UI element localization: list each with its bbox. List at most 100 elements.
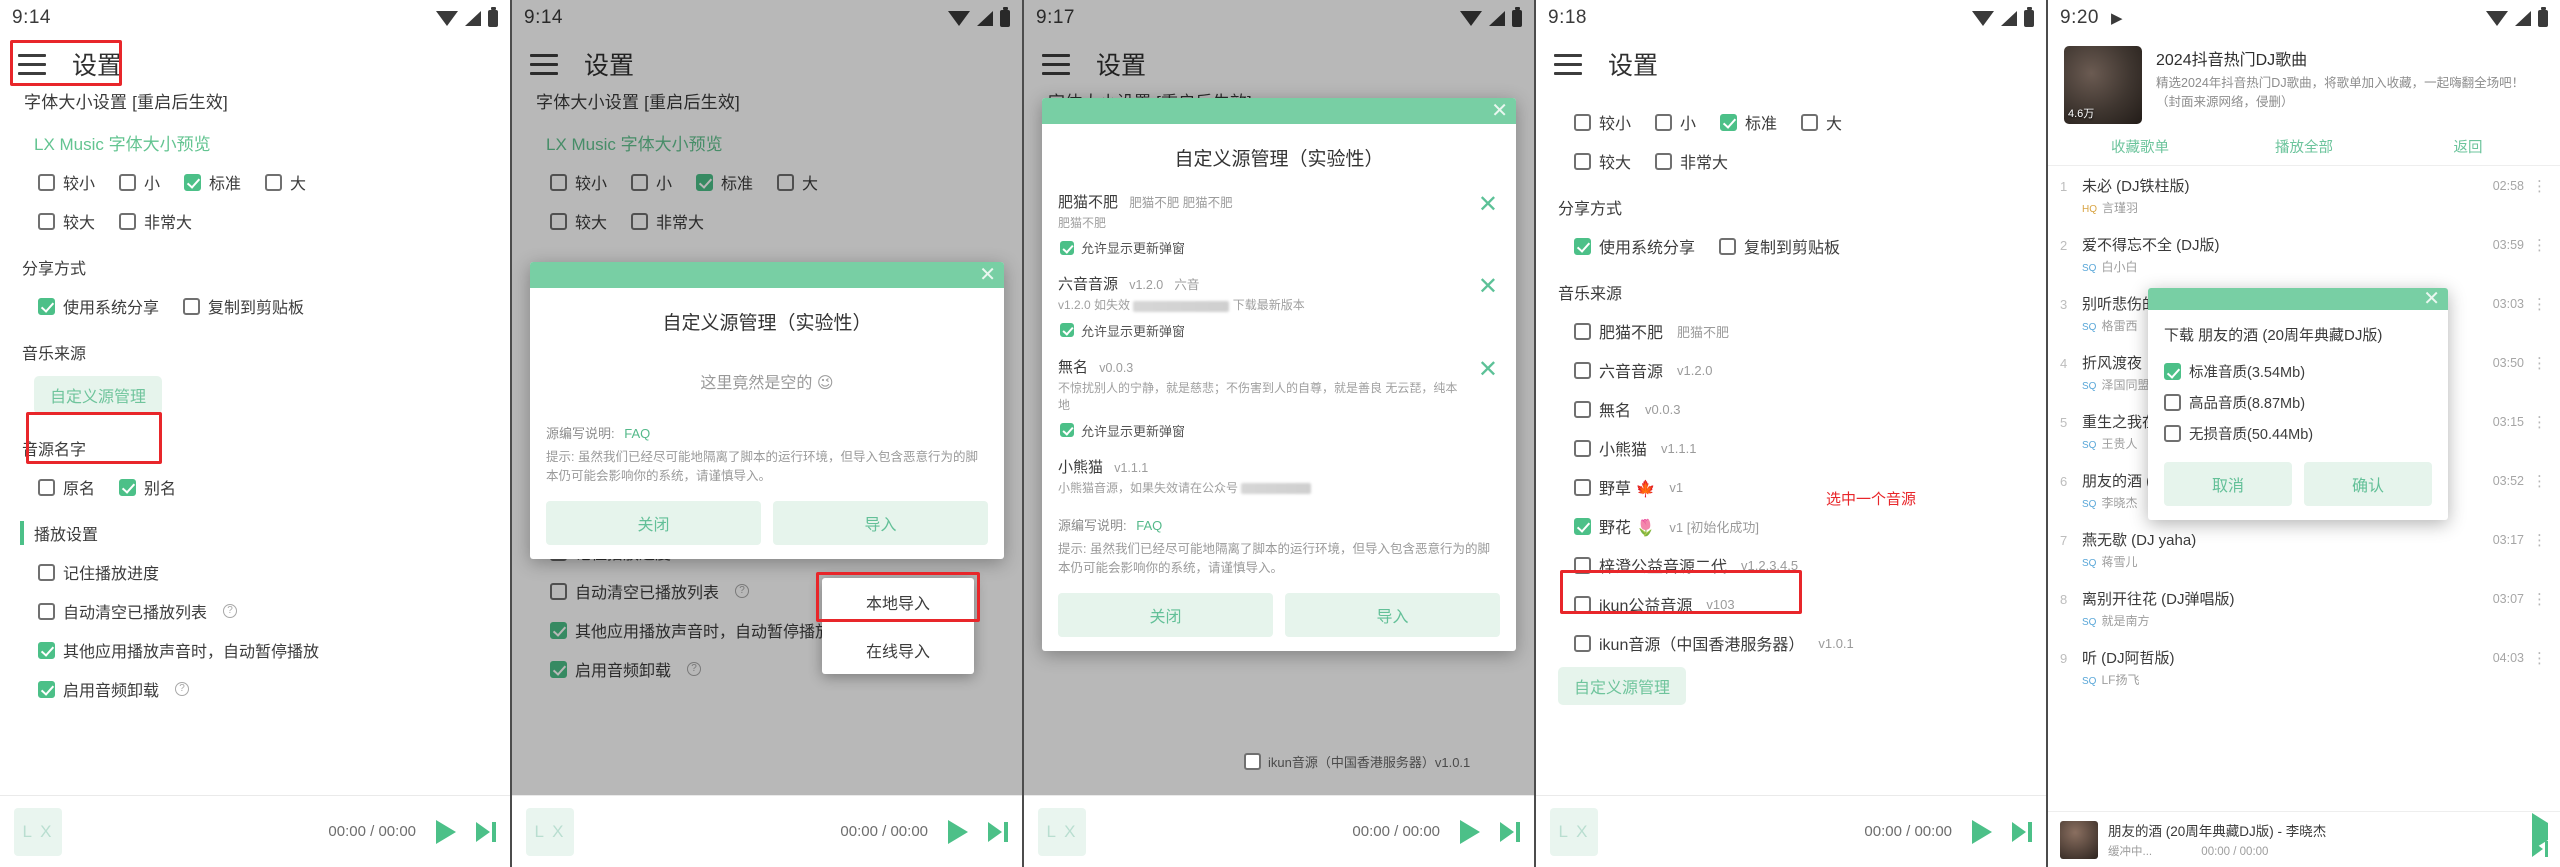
quality-option-high[interactable]: 高品音质(8.87Mb) <box>2164 392 2432 413</box>
custom-source-manage-button[interactable]: 自定义源管理 <box>1558 667 1687 705</box>
song-row[interactable]: 1 未必 (DJ铁柱版) HQ 言瑾羽 02:58 ⋮ <box>2048 166 2560 225</box>
checkbox[interactable] <box>1574 361 1591 379</box>
source-item[interactable]: 肥猫不肥 肥猫不肥 肥猫不肥 肥猫不肥 允许显示更新弹窗 ✕ <box>1058 183 1500 265</box>
song-more-icon[interactable]: ⋮ <box>2532 529 2548 549</box>
checkbox[interactable] <box>1574 517 1591 535</box>
checkbox[interactable] <box>1574 439 1591 457</box>
checkbox[interactable] <box>119 212 137 230</box>
checkbox[interactable] <box>2164 363 2181 380</box>
close-icon[interactable]: ✕ <box>979 264 996 286</box>
checkbox[interactable] <box>1720 113 1738 131</box>
download-confirm-button[interactable]: 确认 <box>2304 462 2432 506</box>
delete-source-icon[interactable]: ✕ <box>1468 356 1500 381</box>
song-more-icon[interactable]: ⋮ <box>2532 411 2548 431</box>
download-cancel-button[interactable]: 取消 <box>2164 462 2292 506</box>
checkbox[interactable] <box>1574 400 1591 418</box>
menu-item-online-import[interactable]: 在线导入 <box>822 626 974 674</box>
share-option-clipboard[interactable]: 复制到剪贴板 <box>1719 234 1840 258</box>
source-option[interactable]: 六音音源 v1.2.0 <box>1556 358 2026 382</box>
source-option[interactable]: 無名 v0.0.3 <box>1556 397 2026 421</box>
checkbox[interactable] <box>38 297 55 315</box>
now-playing-row[interactable]: 朋友的酒 (20周年典藏DJ版) - 李晓杰 缓冲中... 00:00 / 00… <box>2048 812 2560 867</box>
playback-option-3[interactable]: 其他应用播放声音时，自动暂停播放 <box>20 638 490 662</box>
checkbox[interactable] <box>119 478 137 496</box>
song-more-icon[interactable]: ⋮ <box>2532 352 2548 372</box>
song-more-icon[interactable]: ⋮ <box>2532 470 2548 490</box>
source-item[interactable]: 小熊猫 v1.1.1 小熊猫音源，如果失效请在公众号 <box>1058 448 1500 505</box>
source-option[interactable]: 肥猫不肥 肥猫不肥 <box>1556 319 2026 343</box>
source-option[interactable]: 小熊猫 v1.1.1 <box>1556 436 2026 460</box>
custom-source-manage-button[interactable]: 自定义源管理 <box>34 376 163 414</box>
checkbox[interactable] <box>1060 423 1074 438</box>
play-icon[interactable] <box>948 819 968 844</box>
share-option-clipboard[interactable]: 复制到剪贴板 <box>183 294 304 318</box>
checkbox[interactable] <box>38 173 55 191</box>
checkbox[interactable] <box>1574 634 1591 652</box>
font-size-option-huge[interactable]: 非常大 <box>1655 149 1728 173</box>
close-icon[interactable]: ✕ <box>2423 288 2440 310</box>
song-more-icon[interactable]: ⋮ <box>2532 588 2548 608</box>
play-icon[interactable] <box>436 819 456 844</box>
next-icon[interactable] <box>2012 821 2032 842</box>
checkbox[interactable] <box>119 173 137 191</box>
menu-icon[interactable] <box>1554 53 1582 75</box>
tab-play-all[interactable]: 播放全部 <box>2222 136 2386 157</box>
checkbox[interactable] <box>184 173 202 191</box>
source-name-alias[interactable]: 别名 <box>119 475 176 499</box>
checkbox[interactable] <box>1060 240 1074 255</box>
share-option-system[interactable]: 使用系统分享 <box>38 294 159 318</box>
tab-back[interactable]: 返回 <box>2386 136 2550 157</box>
delete-source-icon[interactable]: ✕ <box>1468 191 1500 217</box>
dialog-close-button[interactable]: 关闭 <box>546 500 761 545</box>
source-update-popup-toggle[interactable]: 允许显示更新弹窗 <box>1060 321 1468 340</box>
checkbox[interactable] <box>38 680 55 698</box>
checkbox[interactable] <box>1244 753 1261 770</box>
song-row[interactable]: 9 听 (DJ阿哲版) SQ LF扬飞 04:03 ⋮ <box>2048 638 2560 697</box>
checkbox[interactable] <box>1574 113 1591 131</box>
dialog-close-button[interactable]: 关闭 <box>1058 592 1273 637</box>
checkbox[interactable] <box>265 173 283 191</box>
song-row[interactable]: 2 爱不得忘不全 (DJ版) SQ 白小白 03:59 ⋮ <box>2048 225 2560 284</box>
source-option[interactable]: ikun音源（中国香港服务器） v1.0.1 <box>1556 631 2026 655</box>
checkbox[interactable] <box>1574 237 1591 255</box>
checkbox[interactable] <box>1719 237 1737 255</box>
song-more-icon[interactable]: ⋮ <box>2532 175 2548 195</box>
dialog-import-button[interactable]: 导入 <box>1285 592 1500 637</box>
checkbox[interactable] <box>38 602 55 620</box>
font-size-option-small[interactable]: 小 <box>119 170 160 194</box>
next-icon[interactable] <box>1500 821 1520 842</box>
playback-option-1[interactable]: 记住播放进度 <box>20 560 490 584</box>
checkbox[interactable] <box>38 212 55 230</box>
checkbox[interactable] <box>1801 113 1819 131</box>
font-size-option-standard[interactable]: 标准 <box>1720 110 1777 134</box>
checkbox[interactable] <box>38 641 55 659</box>
song-more-icon[interactable]: ⋮ <box>2532 234 2548 254</box>
share-option-system[interactable]: 使用系统分享 <box>1574 234 1695 258</box>
checkbox[interactable] <box>1574 322 1591 340</box>
source-option-selected[interactable]: 野花 🌷 v1 [初始化成功] <box>1556 514 2026 538</box>
source-item[interactable]: 無名 v0.0.3 不惊扰别人的宁静，就是慈悲；不伤害到人的自尊，就是善良 无云… <box>1058 348 1500 448</box>
checkbox[interactable] <box>38 563 55 581</box>
font-size-option-large[interactable]: 大 <box>265 170 306 194</box>
checkbox[interactable] <box>1574 152 1591 170</box>
next-icon[interactable] <box>988 821 1008 842</box>
faq-link[interactable]: FAQ <box>624 426 650 441</box>
font-size-option-standard[interactable]: 标准 <box>184 170 241 194</box>
play-icon[interactable] <box>1460 819 1480 844</box>
help-icon[interactable]: ? <box>223 604 238 618</box>
font-size-option-small[interactable]: 小 <box>1655 110 1696 134</box>
checkbox[interactable] <box>1655 152 1673 170</box>
source-update-popup-toggle[interactable]: 允许显示更新弹窗 <box>1060 238 1468 257</box>
checkbox[interactable] <box>183 297 201 315</box>
tab-collect-playlist[interactable]: 收藏歌单 <box>2058 136 2222 157</box>
help-icon[interactable]: ? <box>175 682 190 696</box>
quality-option-lossless[interactable]: 无损音质(50.44Mb) <box>2164 423 2432 444</box>
song-row[interactable]: 8 离别开往花 (DJ弹唱版) SQ 就是南方 03:07 ⋮ <box>2048 579 2560 638</box>
song-more-icon[interactable]: ⋮ <box>2532 293 2548 313</box>
close-icon[interactable]: ✕ <box>1491 100 1508 122</box>
song-row[interactable]: 7 燕无歇 (DJ yaha) SQ 蒋雪儿 03:17 ⋮ <box>2048 520 2560 579</box>
faq-link[interactable]: FAQ <box>1136 518 1162 533</box>
font-size-option-smaller[interactable]: 较小 <box>1574 110 1631 134</box>
source-update-popup-toggle[interactable]: 允许显示更新弹窗 <box>1060 421 1468 440</box>
dialog-import-button[interactable]: 导入 <box>773 500 988 545</box>
